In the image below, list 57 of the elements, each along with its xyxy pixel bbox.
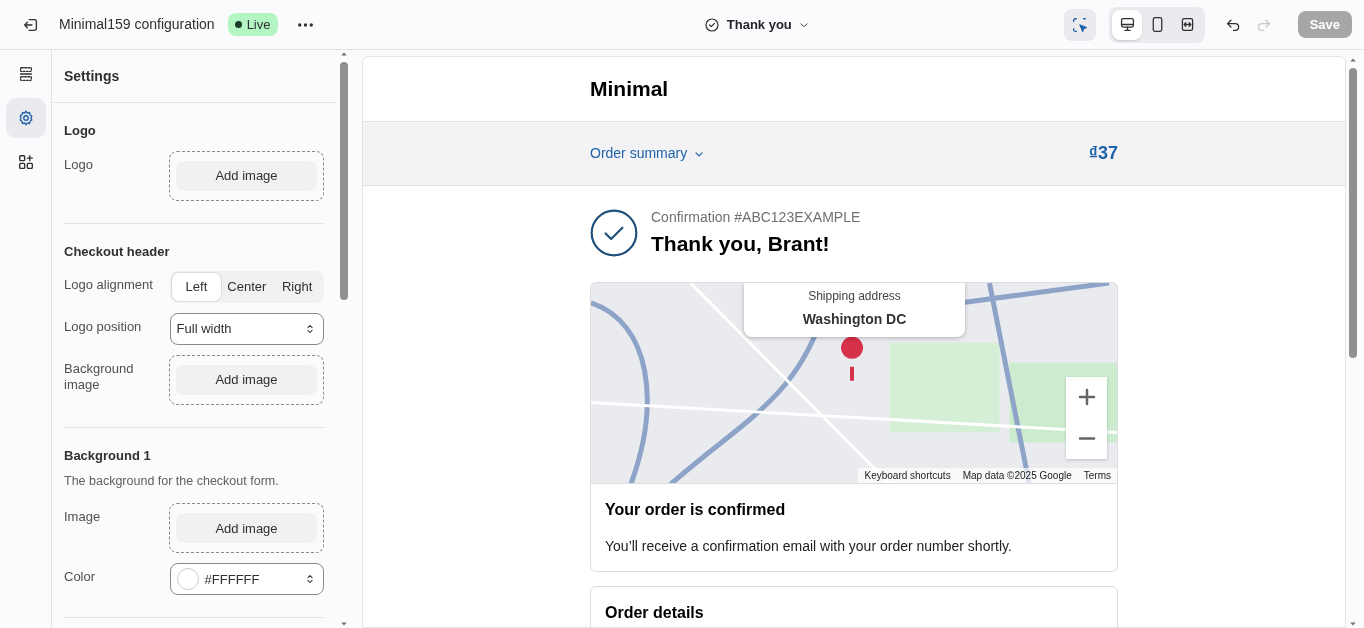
more-icon xyxy=(298,22,313,27)
zoom-out-button[interactable] xyxy=(1066,417,1107,459)
minus-icon xyxy=(1077,436,1096,440)
order-summary-toggle[interactable]: Order summary xyxy=(590,143,706,164)
field-label: Logo xyxy=(64,155,94,173)
card-title: Your order is confirmed xyxy=(605,499,787,520)
check-circle-icon xyxy=(704,16,721,33)
status-badge: Live xyxy=(227,12,278,37)
panel-title: Settings xyxy=(52,50,336,103)
field-label: Logo alignment xyxy=(64,276,154,293)
map[interactable]: Shipping address Washington DC Keyboard shortcuts Map data ©2025 Google Terms xyxy=(590,281,1118,484)
field-label: Background image xyxy=(64,360,135,393)
section-heading: Background 1 xyxy=(64,447,152,465)
apps-icon xyxy=(16,153,35,171)
settings-tab[interactable] xyxy=(5,98,46,138)
desktop-view-button[interactable] xyxy=(1112,9,1143,40)
alignment-option[interactable]: Right xyxy=(272,273,322,301)
alignment-option[interactable]: Center xyxy=(221,273,273,301)
page-selector[interactable]: Thank you xyxy=(697,11,817,38)
inspector-icon xyxy=(1071,15,1090,34)
thank-you-heading: Thank you, Brant! xyxy=(651,231,831,257)
scrollbar-thumb[interactable] xyxy=(1349,68,1357,358)
color-select[interactable]: #FFFFFF xyxy=(169,563,324,596)
zoom-in-button[interactable] xyxy=(1066,376,1107,418)
popup-address: Washington DC xyxy=(801,309,908,329)
add-image-button[interactable]: Add image xyxy=(176,513,317,544)
confirmation-number: Confirmation #ABC123EXAMPLE xyxy=(651,208,861,227)
scroll-down-icon xyxy=(1348,620,1358,628)
field-label: Logo position xyxy=(64,318,143,335)
card-text: You’ll receive a confirmation email with your order number shortly. xyxy=(605,536,1013,556)
select-value: Full width xyxy=(176,320,233,339)
select-value: #FFFFFF xyxy=(204,570,261,589)
scrollbar-thumb[interactable] xyxy=(340,62,348,300)
shop-name: Minimal xyxy=(590,76,670,103)
section-heading: Checkout header xyxy=(64,242,171,261)
inspector-button[interactable] xyxy=(1064,8,1097,41)
popup-label: Shipping address xyxy=(807,287,902,305)
add-image-button[interactable]: Add image xyxy=(176,365,317,395)
scroll-down-icon xyxy=(339,620,349,628)
card-title: Order details xyxy=(605,602,705,623)
select-field[interactable]: Full width xyxy=(169,313,324,345)
order-total: ₫37 xyxy=(1088,142,1118,165)
alignment-option[interactable]: Left xyxy=(171,273,222,301)
check-circle-icon xyxy=(590,209,638,258)
map-attribution-link[interactable]: Terms xyxy=(1083,467,1111,483)
section-heading: Logo xyxy=(64,122,97,140)
plus-icon xyxy=(1076,387,1097,407)
scroll-up-icon xyxy=(339,50,349,58)
field-label: Image xyxy=(64,508,102,526)
map-attribution-link[interactable]: Keyboard shortcuts xyxy=(864,467,951,483)
desktop-view-icon xyxy=(1118,16,1136,33)
map-attribution-link[interactable]: Map data ©2025 Google xyxy=(962,467,1072,483)
scroll-up-icon xyxy=(1348,56,1358,64)
app-title: Minimal159 configuration xyxy=(59,15,215,34)
add-image-button[interactable]: Add image xyxy=(176,160,317,191)
field-label: Color xyxy=(64,568,97,586)
section-description: The background for the checkout form. xyxy=(64,472,280,490)
